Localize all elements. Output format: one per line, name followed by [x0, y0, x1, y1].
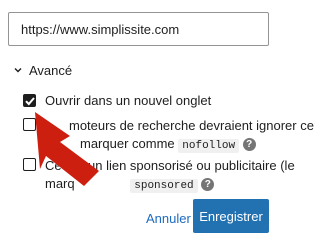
sponsored-label-text: marq: [45, 176, 75, 191]
sponsored-code: sponsored: [130, 179, 198, 193]
sponsored-label-line2: marq sponsored ?: [45, 175, 215, 195]
advanced-label: Avancé: [29, 62, 73, 78]
nofollow-label-line2: marquer comme nofollow ?: [80, 135, 256, 155]
open-new-tab-label: Ouvrir dans un nouvel onglet: [45, 93, 212, 108]
sponsored-checkbox[interactable]: [23, 158, 36, 171]
nofollow-checkbox[interactable]: [23, 118, 36, 131]
nofollow-label-text: marquer comme: [80, 136, 175, 151]
nofollow-label-line1: moteurs de recherche devraient ignorer c…: [69, 118, 314, 133]
advanced-toggle[interactable]: Avancé: [13, 62, 72, 78]
sponsored-label-prefix: Ce: [45, 158, 62, 173]
cancel-button[interactable]: Annuler: [140, 207, 197, 231]
chevron-down-icon: [14, 68, 22, 73]
open-new-tab-checkbox[interactable]: [23, 94, 36, 107]
sponsored-label-line1: un lien sponsorisé ou publicitaire (le: [88, 158, 295, 173]
url-input[interactable]: [8, 12, 269, 46]
nofollow-code: nofollow: [178, 139, 240, 153]
save-button[interactable]: Enregistrer: [193, 199, 269, 233]
help-icon[interactable]: ?: [201, 178, 215, 192]
help-icon[interactable]: ?: [242, 138, 256, 152]
checkmark-icon: [25, 97, 35, 106]
